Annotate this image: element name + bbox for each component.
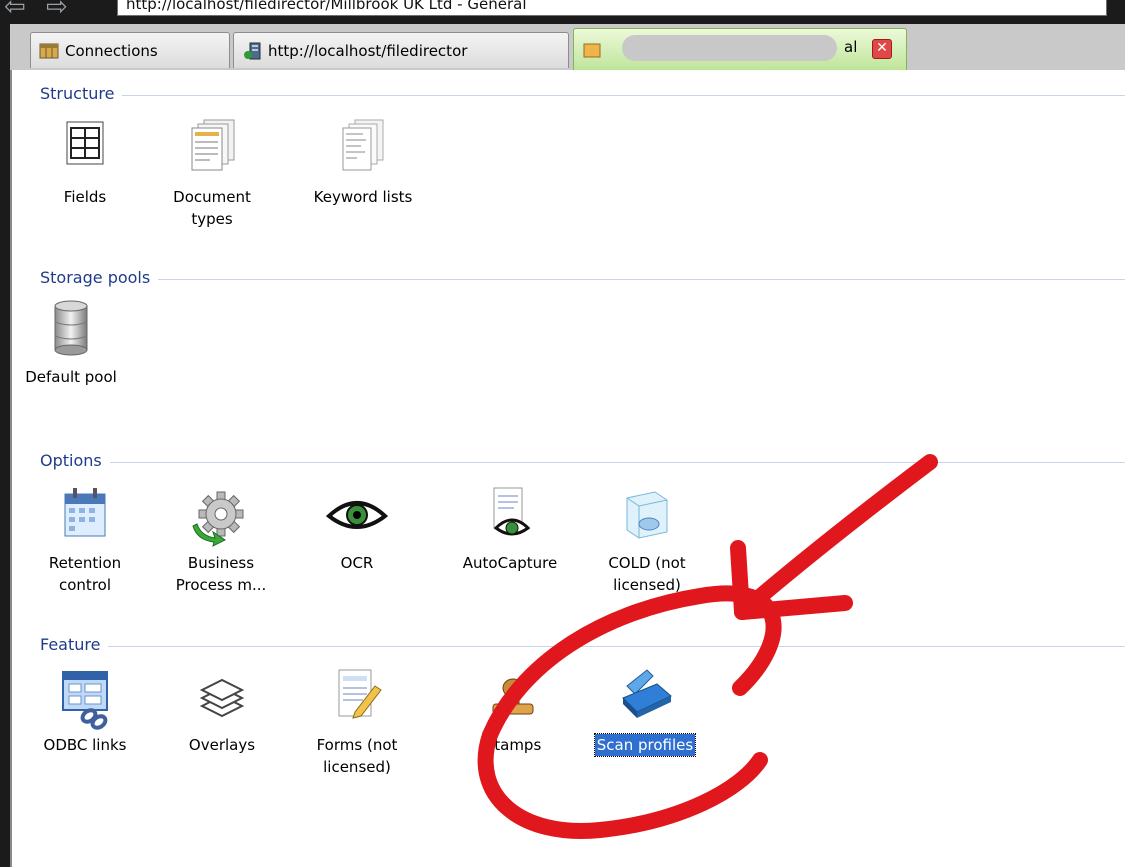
section-title-options: Options [40,451,110,470]
close-icon[interactable]: ✕ [872,39,892,59]
eye-icon [325,501,389,529]
section-title-feature: Feature [40,635,109,654]
item-label: Forms (not licensed) [316,736,398,776]
item-default-pool[interactable]: Default pool [16,298,126,388]
folder-icon [583,43,601,57]
keyword-lists-icon [342,119,384,171]
item-cold[interactable]: COLD (not licensed) [590,484,700,596]
item-stamps[interactable]: Stamps [458,666,568,756]
calendar-icon [64,488,106,537]
fields-table-icon [66,121,104,165]
autocapture-eye-icon [493,487,531,536]
item-label: Default pool [25,368,117,386]
item-label: Stamps [484,736,542,754]
section-title-storage-pools: Storage pools [40,268,159,287]
tab-label: Connections [65,41,158,60]
tab-general[interactable]: al ✕ [573,28,907,70]
tab-filedirector-server[interactable]: http://localhost/filedirector [233,32,569,68]
document-types-icon [191,119,235,171]
item-forms[interactable]: Forms (not licensed) [302,666,412,778]
section-title-structure: Structure [40,84,123,103]
item-label: OCR [340,554,374,572]
form-pencil-icon [338,669,382,719]
redacted-tab-title [622,35,837,61]
item-keyword-lists[interactable]: Keyword lists [308,118,418,208]
item-label: Fields [63,188,107,206]
item-label: Scan profiles [593,733,697,757]
item-label: Document types [173,188,251,228]
tab-label: al [844,38,858,56]
item-autocapture[interactable]: AutoCapture [455,484,565,574]
item-label: Retention control [48,554,122,594]
connections-icon [39,43,59,58]
item-fields[interactable]: Fields [30,118,140,208]
item-business-process[interactable]: Business Process m... [164,484,274,596]
item-ocr[interactable]: OCR [302,484,412,574]
stamp-icon [492,678,534,715]
cold-cube-icon [626,491,668,539]
gear-icon [192,491,244,547]
item-scan-profiles[interactable]: Scan profiles [590,666,700,757]
odbc-link-icon [62,671,108,730]
forward-arrow-icon[interactable]: ⇨ [46,0,68,22]
item-label: Overlays [188,736,256,754]
scanner-icon [622,669,672,718]
address-bar[interactable]: http://localhost/filedirector/Millbrook … [117,0,1107,16]
item-overlays[interactable]: Overlays [167,666,277,756]
back-arrow-icon[interactable]: ⇦ [4,0,26,22]
tab-label: http://localhost/filedirector [268,41,468,60]
item-label: COLD (not licensed) [608,554,686,594]
item-label: AutoCapture [462,554,558,572]
item-odbc-links[interactable]: ODBC links [30,666,140,756]
tab-connections[interactable]: Connections [30,32,230,68]
server-icon [244,42,261,59]
item-retention-control[interactable]: Retention control [30,484,140,596]
tab-strip: Connections http://localhost/filedirecto… [10,24,1125,71]
item-label: Business Process m... [175,554,267,594]
item-label: ODBC links [43,736,127,754]
content-panel: Structure Fields Document types Keyword … [10,70,1125,867]
item-label: Keyword lists [313,188,413,206]
layers-icon [199,678,245,718]
item-document-types[interactable]: Document types [157,118,267,230]
database-icon [54,300,88,356]
